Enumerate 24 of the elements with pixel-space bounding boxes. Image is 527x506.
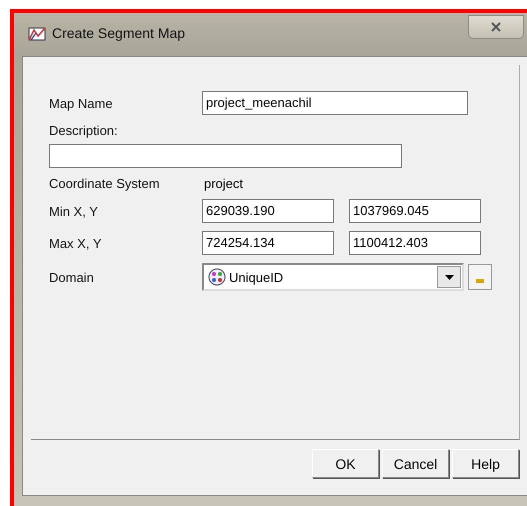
coordinate-system-value: project xyxy=(203,176,244,191)
domain-icon xyxy=(208,268,226,286)
ok-button[interactable]: OK xyxy=(312,449,379,478)
field-label: Map Name xyxy=(49,96,114,110)
window-title: Create Segment Map xyxy=(52,25,186,41)
close-button[interactable] xyxy=(468,15,524,39)
coordinate-field[interactable]: 1037969.045 xyxy=(349,199,481,223)
coordinate-field[interactable]: 724254.134 xyxy=(202,231,334,255)
browse-button[interactable] xyxy=(468,264,492,290)
field-label: Domain xyxy=(49,270,95,284)
cancel-button[interactable]: Cancel xyxy=(382,449,449,478)
field-label: Max X, Y xyxy=(49,236,103,250)
domain-dropdown[interactable]: UniqueID xyxy=(202,263,464,291)
map-icon xyxy=(28,25,46,41)
field-label: Min X, Y xyxy=(49,204,99,218)
close-icon xyxy=(490,22,502,32)
map-name-field[interactable]: project_meenachil xyxy=(202,91,468,115)
field-label: Description: xyxy=(49,123,119,138)
help-button[interactable]: Help xyxy=(452,449,519,478)
coordinate-field[interactable]: 1100412.403 xyxy=(349,231,481,255)
description-field[interactable] xyxy=(49,144,402,168)
field-label: Coordinate System xyxy=(49,176,161,191)
coordinate-field[interactable]: 629039.190 xyxy=(202,199,334,223)
dash-icon xyxy=(476,279,484,283)
